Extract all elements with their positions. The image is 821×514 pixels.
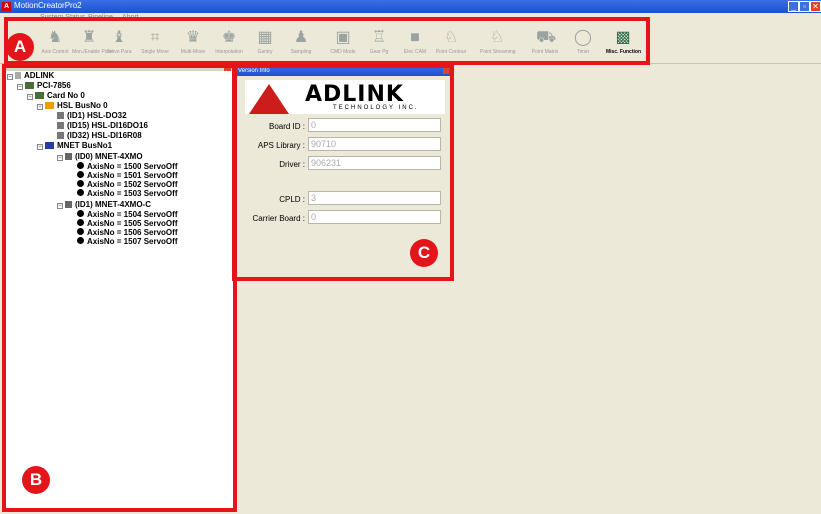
title-bar: A MotionCreatorPro2 _ ▫ ✕ <box>0 0 821 13</box>
callout-b-badge: B <box>22 466 50 494</box>
callout-b-frame <box>2 64 237 512</box>
restore-button[interactable]: ▫ <box>799 1 810 12</box>
app-icon: A <box>2 2 11 11</box>
minimize-button[interactable]: _ <box>788 1 799 12</box>
close-button[interactable]: ✕ <box>810 1 821 12</box>
callout-a-frame <box>4 17 650 65</box>
callout-a-badge: A <box>6 33 34 61</box>
window-title: MotionCreatorPro2 <box>14 1 82 10</box>
callout-c-badge: C <box>410 239 438 267</box>
